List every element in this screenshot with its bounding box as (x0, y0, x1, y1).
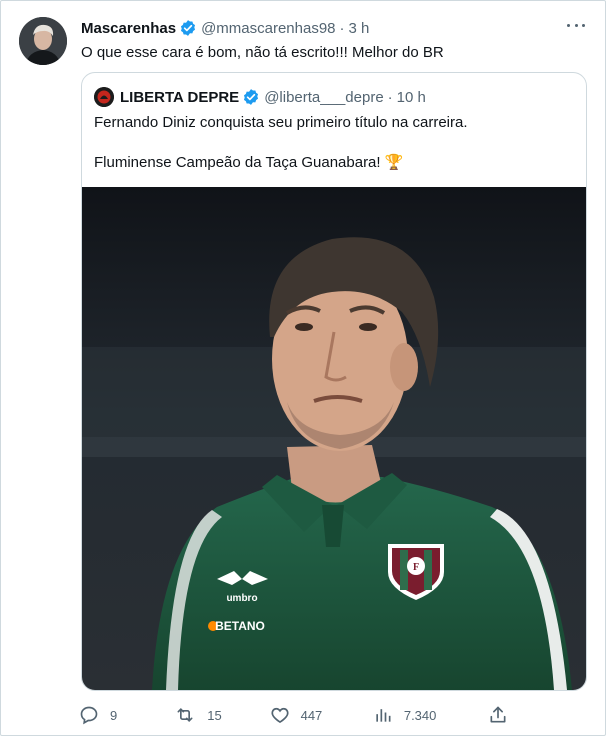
share-button[interactable] (488, 705, 519, 725)
views-button[interactable]: 7.340 (373, 705, 488, 725)
tweet-text: O que esse cara é bom, não tá escrito!!!… (81, 44, 444, 61)
tweet-actions: 9 15 447 7.340 (79, 703, 519, 727)
dot-separator: · (387, 88, 393, 106)
like-count: 447 (300, 707, 323, 723)
quote-author-handle[interactable]: @liberta___depre (264, 89, 383, 106)
tweet-timestamp[interactable]: 3 h (349, 20, 370, 37)
shirt-sponsor-logo: BETANO (208, 619, 265, 633)
quote-text: Fernando Diniz conquista seu primeiro tí… (94, 113, 574, 173)
retweet-icon (177, 708, 193, 722)
views-count: 7.340 (403, 707, 437, 723)
views-icon (376, 709, 391, 722)
author-name[interactable]: Mascarenhas (81, 20, 176, 37)
quote-text-line: Fernando Diniz conquista seu primeiro tí… (94, 114, 468, 131)
more-options-icon[interactable] (567, 21, 585, 29)
author-avatar[interactable] (19, 17, 67, 65)
tweet-card[interactable]: Mascarenhas @mmascarenhas98 · 3 h O que … (0, 0, 606, 736)
author-handle[interactable]: @mmascarenhas98 (201, 20, 335, 37)
tweet-header: Mascarenhas @mmascarenhas98 · 3 h (81, 19, 555, 37)
quote-author-name[interactable]: LIBERTA DEPRE (120, 89, 239, 106)
reply-count: 9 (110, 707, 118, 723)
share-icon (490, 706, 506, 723)
verified-badge-icon (179, 19, 197, 37)
retweet-button[interactable]: 15 (174, 705, 269, 725)
retweet-count: 15 (207, 707, 222, 723)
reply-button[interactable]: 9 (79, 705, 174, 725)
shirt-sponsor-text: BETANO (215, 619, 265, 633)
heart-icon (271, 707, 289, 724)
verified-badge-icon (242, 88, 260, 106)
quote-header: LIBERTA DEPRE @liberta___depre · 10 h (94, 87, 426, 107)
quote-timestamp[interactable]: 10 h (397, 89, 426, 106)
svg-text:F: F (413, 562, 419, 573)
reply-icon (80, 706, 98, 725)
dot-separator: · (339, 19, 345, 37)
quote-author-avatar[interactable] (94, 87, 114, 107)
like-button[interactable]: 447 (270, 705, 373, 725)
quoted-tweet[interactable]: LIBERTA DEPRE @liberta___depre · 10 h Fe… (81, 72, 587, 691)
shirt-brand-text: umbro (226, 593, 257, 604)
quote-text-line: Fluminense Campeão da Taça Guanabara! 🏆 (94, 154, 404, 171)
quote-photo[interactable]: F umbro BETANO (82, 187, 586, 690)
